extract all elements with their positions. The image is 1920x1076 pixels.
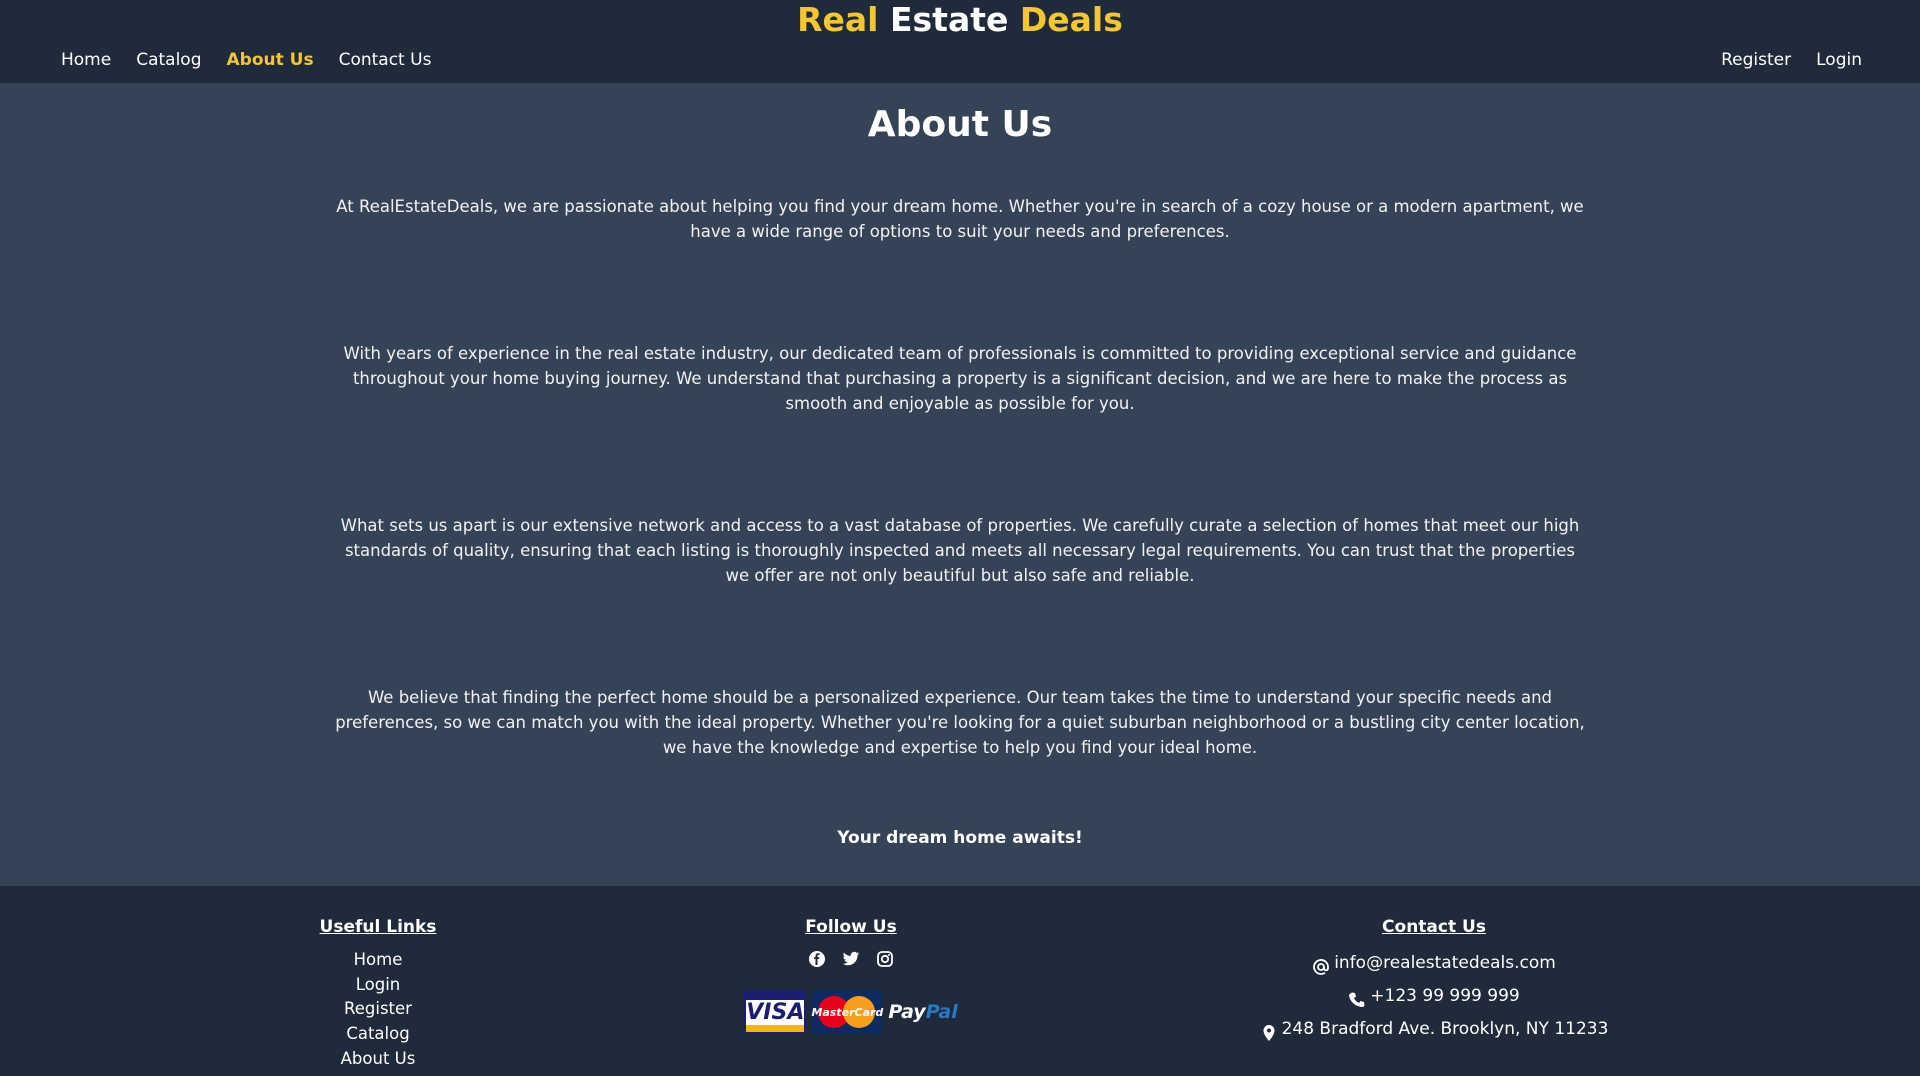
twitter-icon[interactable] [842, 950, 860, 968]
contact-email-text: info@realestatedeals.com [1334, 953, 1556, 973]
contact-email[interactable]: info@realestatedeals.com [1234, 947, 1634, 980]
nav-contact-us[interactable]: Contact Us [339, 49, 432, 71]
contact-column: Contact Us info@realestatedeals.com +123… [1234, 886, 1634, 1046]
contact-address-text: 248 Bradford Ave. Brooklyn, NY 11233 [1281, 1019, 1609, 1039]
nav-about-us[interactable]: About Us [227, 49, 314, 71]
about-paragraph-4: We believe that finding the perfect home… [335, 688, 1585, 757]
contact-phone[interactable]: +123 99 999 999 [1234, 980, 1634, 1013]
about-paragraph-2: With years of experience in the real est… [343, 344, 1577, 413]
main-content: About Us At RealEstateDeals, we are pass… [0, 83, 1920, 886]
paypal-text-pay: Pay [888, 1001, 926, 1023]
paypal-logo: PayPal [888, 990, 957, 1034]
footer-link-about-us[interactable]: About Us [278, 1047, 478, 1072]
site-footer: Useful Links Home Login Register Catalog… [0, 886, 1920, 1076]
footer-link-catalog[interactable]: Catalog [278, 1022, 478, 1047]
site-header: Real Estate Deals Home Catalog About Us … [0, 0, 1920, 83]
mastercard-text: MasterCard [811, 1005, 884, 1019]
tagline: Your dream home awaits! [837, 828, 1083, 848]
brand-word-estate: Estate [889, 0, 1009, 39]
nav-login[interactable]: Login [1816, 49, 1862, 71]
brand-word-real: Real [797, 0, 879, 39]
footer-link-home[interactable]: Home [278, 948, 478, 973]
about-paragraph-1: At RealEstateDeals, we are passionate ab… [336, 197, 1584, 241]
nav-home[interactable]: Home [61, 49, 111, 71]
at-sign-icon [1312, 955, 1330, 975]
brand-logo[interactable]: Real Estate Deals [0, 0, 1920, 40]
instagram-icon[interactable] [876, 950, 894, 968]
follow-us-heading: Follow Us [805, 917, 897, 937]
paypal-text-pal: Pal [925, 1001, 958, 1023]
phone-icon [1348, 988, 1366, 1007]
social-icons [751, 950, 951, 968]
brand-word-deals: Deals [1019, 0, 1123, 39]
nav-catalog[interactable]: Catalog [136, 49, 201, 71]
contact-address: 248 Bradford Ave. Brooklyn, NY 11233 [1234, 1013, 1634, 1046]
visa-text: VISA [746, 999, 805, 1025]
map-pin-icon [1260, 1021, 1278, 1041]
payment-methods: VISA MasterCard PayPal [744, 990, 958, 1034]
main-nav: Home Catalog About Us Contact Us [61, 49, 431, 71]
footer-link-register[interactable]: Register [278, 997, 478, 1022]
contact-phone-text: +123 99 999 999 [1370, 986, 1520, 1006]
nav-register[interactable]: Register [1721, 49, 1791, 71]
useful-links-column: Useful Links Home Login Register Catalog… [278, 886, 478, 1072]
useful-links-heading: Useful Links [319, 917, 437, 937]
follow-us-column: Follow Us VISA MasterCard PayPal [744, 886, 958, 1034]
visa-logo: VISA [744, 990, 807, 1034]
about-paragraph-3: What sets us apart is our extensive netw… [340, 516, 1580, 585]
facebook-icon[interactable] [808, 950, 826, 968]
auth-nav: Register Login [1721, 49, 1862, 71]
page-title: About Us [867, 104, 1053, 145]
footer-link-login[interactable]: Login [278, 973, 478, 998]
contact-heading: Contact Us [1382, 917, 1486, 937]
mastercard-logo: MasterCard [811, 990, 884, 1034]
